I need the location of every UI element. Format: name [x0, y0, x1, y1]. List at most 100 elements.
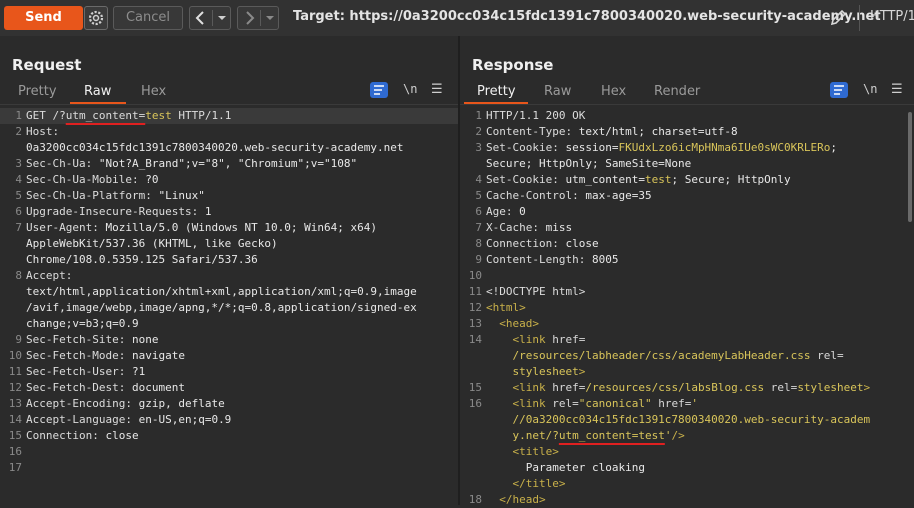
- line-text: <link href=: [486, 332, 586, 348]
- newline-toggle-icon[interactable]: \n: [403, 82, 417, 96]
- pretty-print-toggle-icon[interactable]: [370, 82, 388, 98]
- code-line: 18 </head>: [460, 492, 914, 508]
- code-token: //0a3200cc034c15fdc1391c7800340020.web-s…: [486, 413, 871, 426]
- code-token: ': [691, 397, 698, 410]
- code-line: 15 Connection: close: [0, 428, 458, 444]
- tab-pretty[interactable]: Pretty: [18, 84, 57, 99]
- code-line: 6 Age: 0: [460, 204, 914, 220]
- code-token: <head>: [499, 317, 539, 330]
- code-token: HTTP/1.1: [171, 109, 232, 122]
- line-number: 13: [8, 397, 22, 410]
- line-text: /resources/labheader/css/academyLabHeade…: [486, 348, 843, 364]
- code-token: y.net/?: [486, 429, 559, 442]
- newline-toggle-icon[interactable]: \n: [863, 82, 877, 96]
- tab-hex[interactable]: Hex: [601, 84, 626, 99]
- line-text: Set-Cookie: session=FKUdxLzo6icMpHNma6IU…: [486, 140, 837, 156]
- edit-pencil-icon[interactable]: [827, 7, 849, 29]
- code-token: Age:: [486, 205, 520, 218]
- back-dropdown-icon[interactable]: [214, 7, 230, 29]
- line-text: Host:: [26, 124, 59, 140]
- line-text: Sec-Fetch-User: ?1: [26, 364, 145, 380]
- code-token: close: [565, 237, 599, 250]
- code-token: Parameter cloaking: [486, 461, 645, 474]
- request-editor[interactable]: 1 GET /?utm_content=test HTTP/1.1 2 Host: 0a…: [0, 108, 458, 505]
- line-text: Sec-Ch-Ua: "Not?A_Brand";v="8", "Chromiu…: [26, 156, 357, 172]
- tab-render[interactable]: Render: [654, 84, 700, 99]
- settings-gear-button[interactable]: [84, 6, 108, 30]
- line-number: 9: [475, 253, 482, 266]
- code-line: 16 <link rel="canonical" href=': [460, 396, 914, 412]
- line-text: Sec-Fetch-Site: none: [26, 332, 158, 348]
- hamburger-menu-icon[interactable]: ☰: [431, 82, 443, 97]
- code-line: 11 Sec-Fetch-User: ?1: [0, 364, 458, 380]
- code-token: stylesheet: [797, 381, 864, 394]
- code-line: Secure; HttpOnly; SameSite=None: [460, 156, 914, 172]
- http-protocol-selector[interactable]: HTTP/1: [870, 9, 914, 24]
- code-token: X-Cache:: [486, 221, 546, 234]
- code-token: max-age=35: [585, 189, 652, 202]
- code-token: close: [105, 429, 139, 442]
- code-token: Accept-Language:: [26, 413, 139, 426]
- code-line: 2 Host:: [0, 124, 458, 140]
- back-arrow-icon[interactable]: [190, 7, 212, 29]
- line-number: 2: [15, 125, 22, 138]
- code-line: 0a3200cc034c15fdc1391c7800340020.web-sec…: [0, 140, 458, 156]
- tab-raw[interactable]: Raw: [84, 84, 111, 99]
- code-token: Sec-Fetch-Dest:: [26, 381, 132, 394]
- line-text: Set-Cookie: utm_content=test; Secure; Ht…: [486, 172, 791, 188]
- code-token: FKUdxLzo6icMpHNma6IUe0sWC0KRLERo: [618, 141, 831, 154]
- line-text: y.net/?utm_content=test'/>: [486, 428, 684, 444]
- line-number: 15: [8, 429, 22, 442]
- tab-raw[interactable]: Raw: [544, 84, 571, 99]
- code-line: 6 Upgrade-Insecure-Requests: 1: [0, 204, 458, 220]
- line-text: HTTP/1.1 200 OK: [486, 108, 585, 124]
- code-line: 1 HTTP/1.1 200 OK: [460, 108, 914, 124]
- code-token: rel=: [764, 381, 798, 394]
- history-forward-group: [237, 6, 279, 30]
- code-line: 15 <link href=/resources/css/labsBlog.cs…: [460, 380, 914, 396]
- forward-arrow-icon[interactable]: [238, 7, 260, 29]
- code-token: Sec-Ch-Ua-Platform:: [26, 189, 159, 202]
- line-text: Chrome/108.0.5359.125 Safari/537.36: [26, 252, 258, 268]
- code-token: 8005: [591, 253, 619, 266]
- code-token: utm_content=: [65, 109, 146, 122]
- line-text: Parameter cloaking: [486, 460, 645, 476]
- code-token: 0: [519, 205, 526, 218]
- code-token: >: [578, 365, 586, 378]
- line-text: stylesheet>: [486, 364, 585, 380]
- code-token: <link: [512, 397, 553, 410]
- code-line: 14 <link href=: [460, 332, 914, 348]
- forward-dropdown-icon[interactable]: [262, 7, 278, 29]
- code-line: 4 Sec-Ch-Ua-Mobile: ?0: [0, 172, 458, 188]
- tab-pretty[interactable]: Pretty: [477, 84, 516, 99]
- line-text: Accept-Encoding: gzip, deflate: [26, 396, 225, 412]
- code-token: utm_content=test: [558, 429, 665, 442]
- code-token: <title>: [512, 445, 559, 458]
- line-text: <!DOCTYPE html>: [486, 284, 585, 300]
- tab-hex[interactable]: Hex: [141, 84, 166, 99]
- code-line: 14 Accept-Language: en-US,en;q=0.9: [0, 412, 458, 428]
- response-scrollbar[interactable]: [908, 112, 912, 222]
- send-button[interactable]: Send: [4, 6, 83, 30]
- line-text: Age: 0: [486, 204, 526, 220]
- code-token: <link: [512, 381, 553, 394]
- hamburger-menu-icon[interactable]: ☰: [891, 82, 903, 97]
- response-editor[interactable]: 1 HTTP/1.1 200 OK 2 Content-Type: text/html…: [460, 108, 914, 508]
- code-token: Connection:: [486, 237, 566, 250]
- code-token: en-US,en;q=0.9: [138, 413, 232, 426]
- code-token: <!DOCTYPE html>: [486, 285, 586, 298]
- line-text: <title>: [486, 444, 559, 460]
- code-line: 8 Connection: close: [460, 236, 914, 252]
- code-token: Mozilla/5.0 (Windows NT 10.0; Win64; x64…: [105, 221, 378, 234]
- gear-icon: [88, 10, 104, 26]
- code-line: 8 Accept:: [0, 268, 458, 284]
- code-line: </title>: [460, 476, 914, 492]
- pretty-print-toggle-icon[interactable]: [830, 82, 848, 98]
- line-number: 11: [8, 365, 22, 378]
- cancel-button[interactable]: Cancel: [113, 6, 183, 30]
- code-token: </title>: [512, 477, 566, 490]
- code-line: //0a3200cc034c15fdc1391c7800340020.web-s…: [460, 412, 914, 428]
- code-token: ; Secure; HttpOnly: [671, 173, 791, 186]
